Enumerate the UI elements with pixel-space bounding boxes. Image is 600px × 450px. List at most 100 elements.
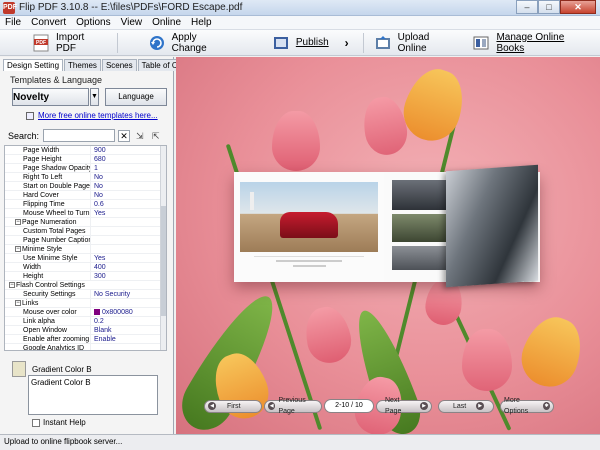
previous-page-button[interactable]: ◀ Previous Page [264,397,322,415]
property-value[interactable]: No Security [91,290,166,298]
tab-scenes[interactable]: Scenes [101,59,137,71]
property-value-text: 0x800080 [102,309,133,316]
apply-change-button[interactable]: Apply Change [142,32,240,54]
manage-online-books-button[interactable]: Manage Online Books [466,32,600,54]
property-row[interactable]: Use Minime Style Yes [5,254,166,263]
expand-all-icon[interactable]: ⇲ [136,131,146,141]
property-value[interactable]: 1 [91,164,166,172]
property-value[interactable]: 400 [91,263,166,271]
property-value[interactable]: Yes [91,254,166,262]
property-row[interactable]: Page Width 900 [5,146,166,155]
property-row[interactable]: Custom Total Pages [5,227,166,236]
property-row[interactable]: Security Settings No Security [5,290,166,299]
language-button[interactable]: Language [105,88,167,106]
property-scrollbar[interactable] [160,146,166,350]
more-options-button[interactable]: More Options ✱ [500,397,554,415]
manage-books-icon [472,34,490,52]
property-row[interactable]: Right To Left No [5,173,166,182]
property-row[interactable]: Page Shadow Opacity 1 [5,164,166,173]
menu-help[interactable]: Help [186,17,217,28]
property-group-row[interactable]: − Minime Style [5,245,166,254]
collapse-toggle-icon[interactable]: − [15,300,21,307]
property-row[interactable]: Open Window Blank [5,326,166,335]
book-page-left[interactable] [234,172,384,282]
menu-file[interactable]: File [0,17,26,28]
property-name-text: Page Width [23,147,60,154]
import-pdf-button[interactable]: PDF Import PDF [26,32,113,54]
checkbox-box[interactable] [32,418,40,427]
property-value[interactable] [91,236,166,244]
page-number-indicator[interactable]: 2-10 / 10 [324,399,374,413]
instant-help-checkbox[interactable]: Instant Help [32,418,86,427]
property-row[interactable]: Link alpha 0.2 [5,317,166,326]
help-area: Gradient Color B Gradient Color B Instan… [0,357,174,434]
property-value[interactable] [91,227,166,235]
property-value[interactable]: 900 [91,146,166,154]
property-value[interactable]: 300 [91,272,166,280]
property-value[interactable] [91,344,166,350]
menu-convert[interactable]: Convert [26,17,71,28]
maximize-button[interactable]: □ [538,0,560,14]
first-page-button[interactable]: ◀ First [204,399,262,413]
tab-themes[interactable]: Themes [64,59,101,71]
publish-button[interactable]: Publish [266,32,335,54]
property-value-text: Yes [94,255,106,262]
property-value[interactable]: 680 [91,155,166,163]
refresh-icon [148,34,166,52]
property-row[interactable]: Hard Cover No [5,191,166,200]
property-row[interactable]: Page Height 680 [5,155,166,164]
menu-view[interactable]: View [116,17,148,28]
property-row[interactable]: Flipping Time 0.6 [5,200,166,209]
collapse-toggle-icon[interactable]: − [15,219,21,226]
template-dropdown-button[interactable]: ▼ [90,88,99,106]
book-page-right[interactable] [384,164,540,288]
property-row[interactable]: Page Number Caption [5,236,166,245]
search-input[interactable] [43,129,116,142]
template-button[interactable]: Novelty [12,88,89,185]
property-group-row[interactable]: − Flash Control Settings [5,281,166,290]
collapse-toggle-icon[interactable]: − [15,246,21,253]
property-row[interactable]: Mouse Wheel to Turn P... Yes [5,209,166,218]
property-value[interactable]: Blank [91,326,166,334]
property-value[interactable]: No [91,182,166,190]
flipbook-preview[interactable]: ◀ First ◀ Previous Page 2-10 / 10 Next P… [176,57,600,434]
clear-search-icon[interactable]: ✕ [118,129,131,142]
property-value[interactable]: No [91,191,166,199]
collapse-all-icon[interactable]: ⇱ [152,131,162,141]
property-row[interactable]: Enable after zooming in Enable [5,335,166,344]
property-row[interactable]: Start on Double Page No [5,182,166,191]
property-group-row[interactable]: − Page Numeration [5,218,166,227]
chevron-right-icon[interactable]: › [345,36,349,50]
status-bar: Upload to online flipbook server... [0,434,600,450]
property-name: Use Minime Style [5,254,91,262]
property-value[interactable]: 0x800080 [91,308,166,316]
property-row[interactable]: Google Analytics ID [5,344,166,350]
close-button[interactable]: ✕ [560,0,596,14]
property-row[interactable]: Height 300 [5,272,166,281]
collapse-toggle-icon[interactable]: − [9,282,15,289]
next-page-button[interactable]: Next Page ▶ [376,397,432,415]
upload-online-button[interactable]: Upload Online [368,32,467,54]
menu-options[interactable]: Options [71,17,115,28]
property-value[interactable]: 0.2 [91,317,166,325]
scrollbar-thumb[interactable] [161,206,166,316]
property-row[interactable]: Mouse over color 0x800080 [5,308,166,317]
minimize-button[interactable]: – [516,0,538,14]
property-name-text: Mouse over color [23,309,77,316]
property-value[interactable]: Enable [91,335,166,343]
property-value[interactable]: Yes [91,209,166,217]
property-name: Link alpha [5,317,91,325]
globe-icon [26,111,34,120]
menu-online[interactable]: Online [147,17,186,28]
property-value[interactable]: No [91,173,166,181]
page-flip-curl[interactable] [446,164,538,288]
more-templates-link[interactable]: More free online templates here... [26,111,173,120]
property-group-row[interactable]: − Links [5,299,166,308]
pdf-icon: PDF [32,34,50,52]
flipbook[interactable] [234,164,540,288]
last-page-button[interactable]: Last ▶ [438,399,494,413]
property-row[interactable]: Width 400 [5,263,166,272]
tab-design-setting[interactable]: Design Setting [3,59,64,71]
property-value-text: Enable [94,336,116,343]
property-value[interactable]: 0.6 [91,200,166,208]
